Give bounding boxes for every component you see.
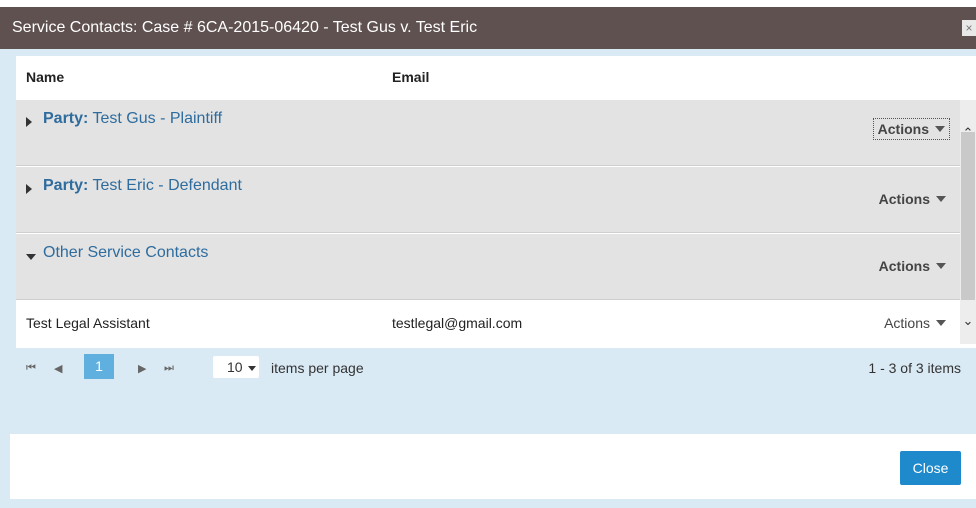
actions-label: Actions	[884, 315, 930, 331]
chevron-down-icon	[936, 263, 946, 269]
chevron-down-icon	[247, 366, 256, 371]
actions-label: Actions	[878, 191, 930, 207]
group-row-plaintiff[interactable]: Party: Test Gus - Plaintiff Actions	[16, 100, 960, 166]
actions-dropdown[interactable]: Actions	[872, 118, 950, 140]
column-header-email[interactable]: Email	[392, 69, 429, 85]
vertical-scrollbar[interactable]: ⌃ ⌄	[960, 100, 976, 344]
contacts-grid: Name Email Party: Test Gus - Plaintiff A…	[16, 56, 976, 348]
actions-dropdown[interactable]: Actions	[875, 189, 950, 209]
current-page-button[interactable]: 1	[84, 354, 114, 379]
prev-page-icon[interactable]: ◀	[54, 362, 62, 375]
chevron-down-icon	[936, 196, 946, 202]
grid-header: Name Email	[16, 56, 976, 100]
group-prefix: Party:	[43, 177, 89, 194]
caret-down-icon[interactable]	[26, 254, 36, 260]
contact-name: Test Legal Assistant	[26, 315, 150, 331]
group-name: Test Eric - Defendant	[92, 177, 242, 194]
actions-label: Actions	[877, 121, 929, 137]
per-page-label: items per page	[271, 360, 364, 376]
group-name: Other Service Contacts	[43, 244, 209, 261]
last-page-icon[interactable]: ⏭	[164, 362, 174, 375]
close-button[interactable]: Close	[900, 451, 961, 485]
scroll-down-icon[interactable]: ⌄	[962, 314, 974, 328]
top-strip	[0, 0, 976, 7]
group-label: Other Service Contacts	[43, 244, 208, 262]
pager-info: 1 - 3 of 3 items	[868, 360, 961, 376]
caret-right-icon[interactable]	[26, 184, 32, 194]
contact-row[interactable]: Test Legal Assistant testlegal@gmail.com…	[16, 300, 960, 344]
group-prefix: Party:	[43, 110, 89, 127]
caret-right-icon[interactable]	[26, 117, 32, 127]
first-page-icon[interactable]: ⏮	[26, 362, 36, 375]
group-label: Party: Test Eric - Defendant	[43, 177, 242, 195]
next-page-icon[interactable]: ▶	[138, 362, 146, 375]
per-page-select[interactable]: 10	[213, 356, 259, 378]
actions-dropdown[interactable]: Actions	[875, 256, 950, 276]
service-contacts-dialog: Service Contacts: Case # 6CA-2015-06420 …	[0, 7, 976, 508]
per-page-value: 10	[227, 359, 243, 375]
dialog-footer: Close	[10, 434, 976, 499]
column-header-name[interactable]: Name	[26, 69, 64, 85]
group-label: Party: Test Gus - Plaintiff	[43, 110, 222, 128]
actions-label: Actions	[878, 258, 930, 274]
group-row-defendant[interactable]: Party: Test Eric - Defendant Actions	[16, 167, 960, 233]
chevron-down-icon	[936, 320, 946, 326]
contact-email: testlegal@gmail.com	[392, 315, 523, 331]
scrollbar-thumb[interactable]	[961, 132, 975, 300]
dialog-titlebar: Service Contacts: Case # 6CA-2015-06420 …	[0, 7, 976, 49]
actions-dropdown[interactable]: Actions	[880, 313, 950, 333]
close-icon[interactable]: ×	[962, 20, 976, 36]
group-name: Test Gus - Plaintiff	[92, 110, 223, 127]
dialog-title: Service Contacts: Case # 6CA-2015-06420 …	[12, 19, 478, 36]
group-row-other-contacts[interactable]: Other Service Contacts Actions	[16, 234, 960, 300]
pager: ⏮ ◀ 1 ▶ ⏭ 10 items per page 1 - 3 of 3 i…	[16, 348, 976, 393]
chevron-down-icon	[935, 126, 945, 132]
